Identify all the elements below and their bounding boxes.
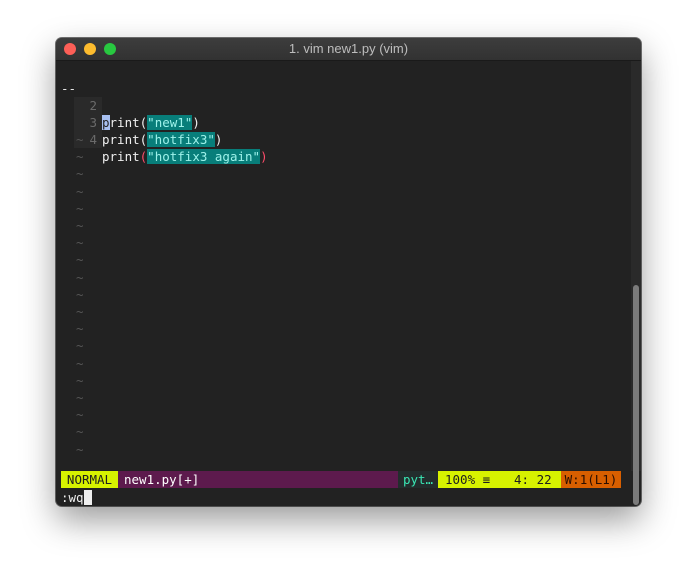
tilde-marker: ~	[76, 424, 84, 440]
command-cursor	[83, 490, 92, 505]
tilde-marker: ~	[76, 338, 84, 354]
code-line-1[interactable]: -- 1 print("new1")	[56, 63, 631, 130]
tilde-marker: ~	[76, 200, 84, 216]
empty-line: ~	[56, 355, 631, 372]
empty-line: ~	[56, 200, 631, 217]
tilde-marker: ~	[76, 304, 84, 319]
scrollbar[interactable]	[631, 61, 641, 505]
tilde-marker: ~	[76, 390, 84, 405]
empty-line: ~	[56, 303, 631, 320]
mode-indicator: NORMAL	[61, 471, 118, 488]
empty-line: ~	[56, 423, 631, 440]
empty-line: ~	[56, 251, 631, 268]
empty-line: ~	[56, 441, 631, 458]
tilde-marker: ~	[76, 269, 84, 285]
empty-line: ~	[56, 337, 631, 354]
empty-line: ~	[56, 389, 631, 406]
empty-line: ~	[56, 183, 631, 200]
tilde-marker: ~	[76, 149, 84, 165]
code-line-4[interactable]: 4 print("hotfix3 again")	[56, 114, 631, 164]
empty-line: ~	[56, 406, 631, 423]
tilde-marker: ~	[76, 166, 84, 182]
empty-line: ~	[56, 269, 631, 286]
empty-line: ~	[56, 165, 631, 182]
filetype-indicator: pyt…	[398, 471, 438, 488]
empty-line: ~	[56, 320, 631, 337]
command-line[interactable]: :wq	[61, 489, 92, 506]
tilde-marker: ~	[76, 252, 84, 268]
tilde-marker: ~	[76, 372, 84, 388]
empty-line: ~	[56, 234, 631, 251]
empty-line: ~	[56, 148, 631, 165]
tilde-marker: ~	[76, 441, 84, 457]
empty-line: ~	[56, 217, 631, 234]
tilde-marker: ~	[76, 355, 84, 371]
editor-area[interactable]: -- 1 print("new1") 2 3 print("hotfix3") …	[56, 61, 631, 471]
empty-line: ~	[56, 372, 631, 389]
tilde-marker: ~	[76, 235, 84, 251]
empty-line: ~	[56, 131, 631, 148]
terminal-window: 1. vim new1.py (vim) -- 1 print("new1") …	[56, 38, 641, 506]
filename-indicator: new1.py[+]	[124, 472, 200, 487]
title-bar[interactable]: 1. vim new1.py (vim)	[56, 38, 641, 61]
window-title: 1. vim new1.py (vim)	[288, 41, 409, 56]
tilde-marker: ~	[76, 218, 84, 233]
warning-indicator: W:1(L1)	[561, 471, 621, 488]
tilde-marker: ~	[76, 407, 84, 423]
position-indicator: 100% ≡ 4: 22	[438, 471, 561, 488]
tilde-marker: ~	[76, 132, 84, 147]
line-column-indicator: 4: 22	[514, 472, 552, 487]
code-line-2[interactable]: 2	[56, 80, 631, 114]
empty-line: ~	[56, 286, 631, 303]
tilde-marker: ~	[76, 286, 84, 302]
percent-indicator: 100% ≡	[445, 472, 491, 487]
tilde-marker: ~	[76, 321, 84, 337]
status-line: NORMAL new1.py[+] pyt… 100% ≡ 4: 22 W:1(L…	[61, 471, 621, 488]
code-line-3[interactable]: 3 print("hotfix3")	[56, 97, 631, 147]
command-text: :wq	[61, 490, 84, 505]
tilde-marker: ~	[76, 183, 84, 199]
scrollbar-thumb[interactable]	[633, 285, 639, 505]
